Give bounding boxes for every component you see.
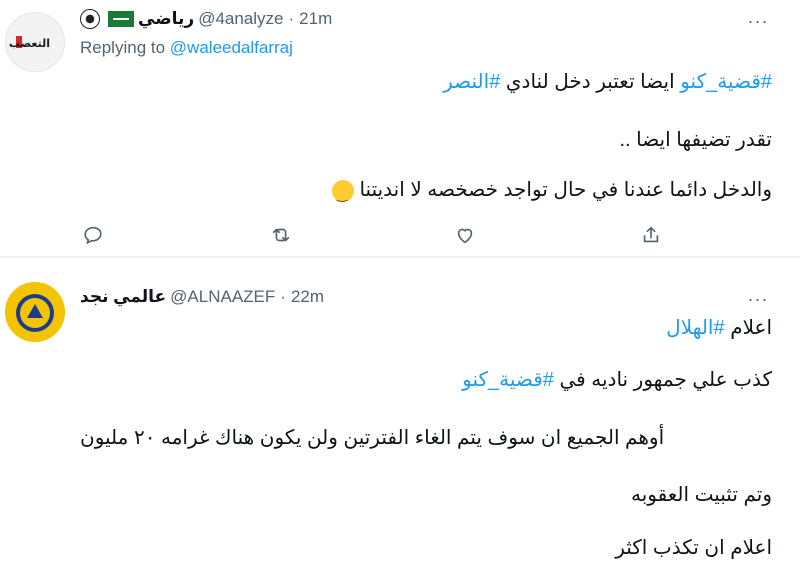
display-name[interactable]: عالمي نجد xyxy=(80,287,166,307)
tweet-line: اعلام #الهلال xyxy=(666,316,772,340)
share-icon xyxy=(643,226,659,243)
reply-icon xyxy=(84,226,102,245)
timestamp[interactable]: 21m xyxy=(299,9,332,29)
separator-dot: · xyxy=(280,287,286,306)
like-button[interactable] xyxy=(452,222,478,248)
replying-to: Replying to @waleedalfarraj xyxy=(80,38,293,58)
line-text: ايضا تعتبر دخل لنادي xyxy=(505,71,675,93)
retweet-icon xyxy=(272,228,290,242)
tweet-line: والدخل دائما عندنا في حال تواجد خصخصه لا… xyxy=(328,178,772,207)
saudi-flag-icon xyxy=(108,11,134,27)
tweet-header: رياضي @4analyze · 21m xyxy=(80,8,740,30)
tweet-text: اعلام #الهلال كذب علي جمهور ناديه في #قض… xyxy=(80,316,772,566)
hashtag-link[interactable]: #قضية_كنو xyxy=(680,71,772,93)
hashtag-link[interactable]: #قضية_كنو xyxy=(462,369,554,391)
timestamp[interactable]: 22m xyxy=(291,287,324,307)
more-options-button[interactable]: ··· xyxy=(741,10,775,32)
altaasub-logo: التعصب xyxy=(9,36,50,50)
tweet[interactable]: التعصب رياضي @4analyze · 21m ··· Replyin… xyxy=(0,0,800,256)
line-text: والدخل دائما عندنا في حال تواجد خصخصه لا… xyxy=(359,179,772,201)
hashtag-link[interactable]: #النصر xyxy=(443,71,500,93)
winking-face-emoji-icon xyxy=(331,179,354,207)
line-text: كذب علي جمهور ناديه في xyxy=(559,369,772,391)
more-options-button[interactable]: ··· xyxy=(741,288,775,310)
tweet-line: أوهم الجميع ان سوف يتم الغاء الفترتين ول… xyxy=(80,427,665,449)
avatar[interactable]: التعصب xyxy=(5,12,65,72)
tweet-header: عالمي نجد @ALNAAZEF · 22m xyxy=(80,286,740,308)
alnassr-logo xyxy=(5,282,65,342)
user-handle[interactable]: @4analyze xyxy=(198,9,283,29)
reply-button[interactable] xyxy=(80,222,106,248)
separator-dot: · xyxy=(288,9,295,28)
tweet-line: تقدر تضيفها ايضا .. xyxy=(619,129,772,151)
line-text: اعلام xyxy=(730,317,772,339)
hashtag-link[interactable]: #الهلال xyxy=(666,317,724,339)
mention-link[interactable]: @waleedalfarraj xyxy=(170,38,293,57)
tweet[interactable]: عالمي نجد @ALNAAZEF · 22m ··· اعلام #اله… xyxy=(0,258,800,573)
tweet-line: اعلام ان تكذب اكثر xyxy=(615,537,772,559)
like-icon xyxy=(457,228,473,244)
user-handle[interactable]: @ALNAAZEF xyxy=(170,287,275,307)
avatar[interactable] xyxy=(5,282,65,342)
svg-text:التعصب: التعصب xyxy=(9,37,50,50)
soccer-ball-icon xyxy=(80,9,100,29)
display-name[interactable]: رياضي xyxy=(138,9,194,29)
tweet-line: وتم تثبيت العقوبه xyxy=(631,484,772,506)
tweet-line: كذب علي جمهور ناديه في #قضية_كنو xyxy=(462,368,772,392)
share-button[interactable] xyxy=(638,222,664,248)
tweet-line: #قضية_كنو ايضا تعتبر دخل لنادي #النصر xyxy=(443,70,772,94)
replying-label: Replying to xyxy=(80,38,166,57)
retweet-button[interactable] xyxy=(268,222,294,248)
tweet-text: #قضية_كنو ايضا تعتبر دخل لنادي #النصر تق… xyxy=(80,70,772,210)
